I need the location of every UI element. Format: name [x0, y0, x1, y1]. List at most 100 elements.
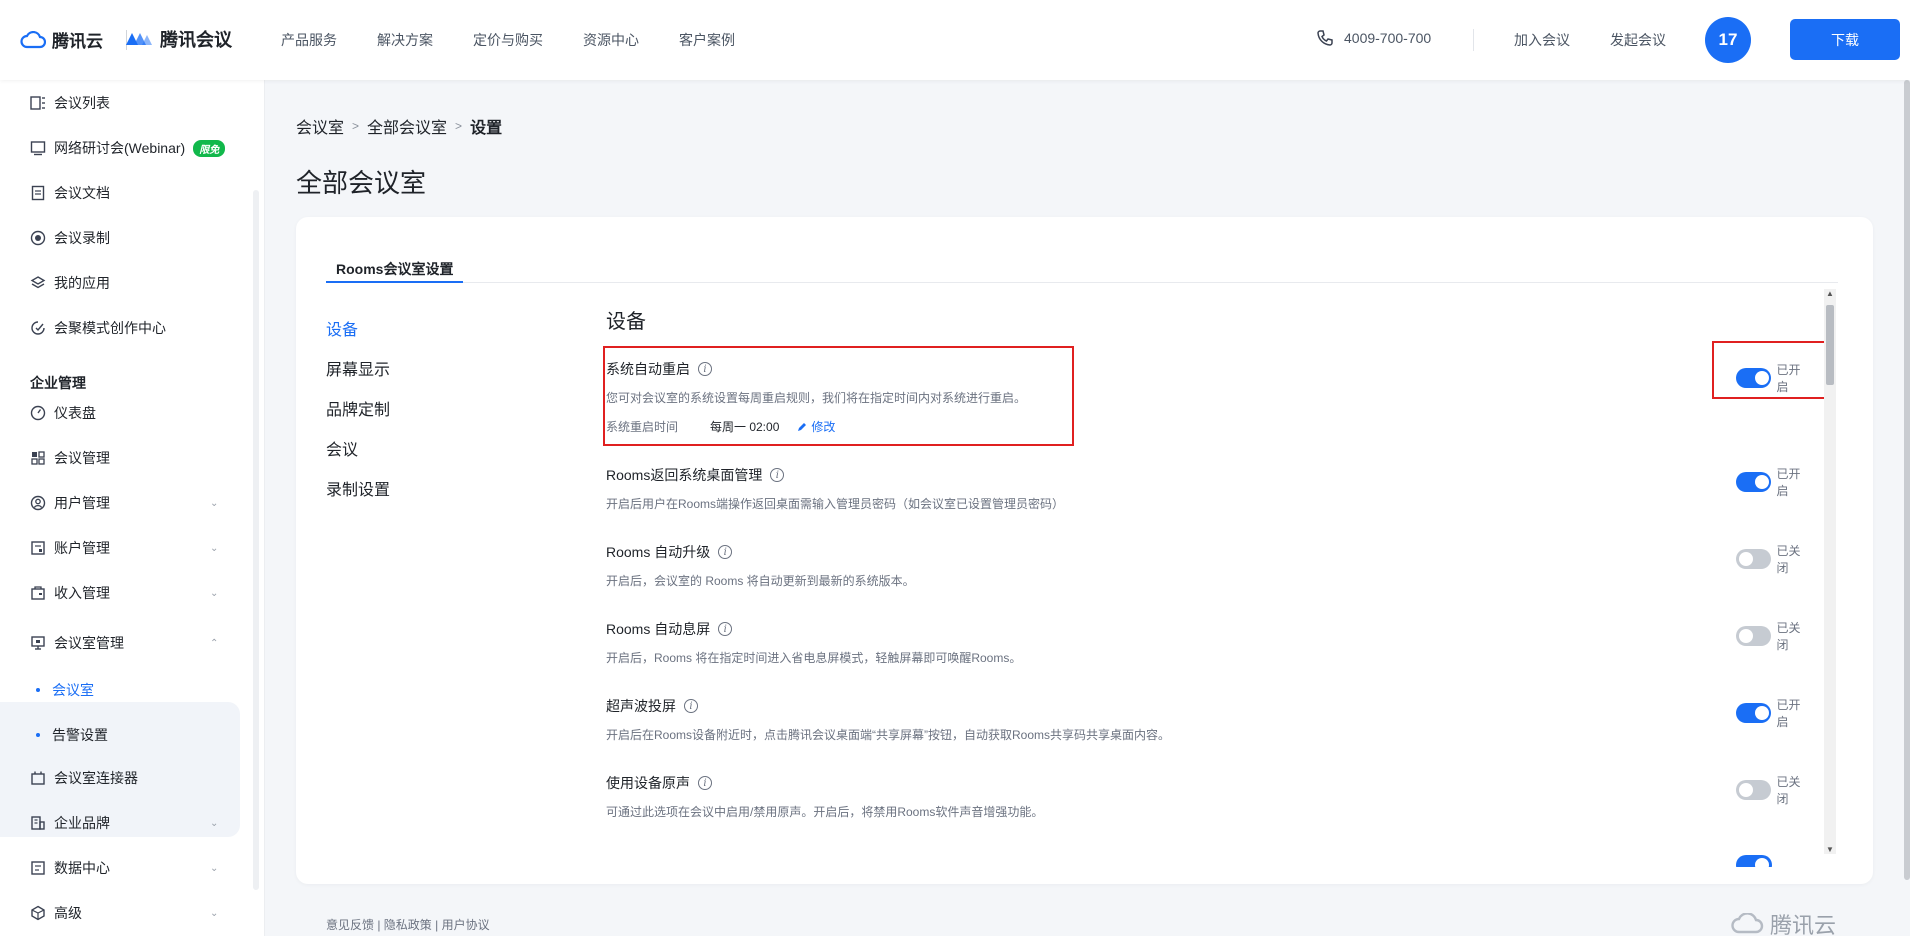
sidebar-item-label: 网络研讨会(Webinar) — [54, 140, 186, 156]
sidebar-item-data-center[interactable]: 数据中心 ⌄ — [30, 857, 218, 879]
submenu-meeting[interactable]: 会议 — [326, 431, 390, 471]
info-icon[interactable]: i — [684, 699, 698, 713]
phone-contact[interactable]: 4009-700-700 — [1316, 29, 1431, 47]
user-avatar[interactable]: 17 — [1705, 17, 1751, 63]
chevron-down-icon[interactable]: ⌄ — [210, 818, 218, 829]
chevron-down-icon[interactable]: ⌄ — [210, 863, 218, 874]
tencent-cloud-logo[interactable]: 腾讯云 — [20, 27, 103, 52]
toggle-state: 已开启 — [1776, 467, 1801, 498]
toggle-next-partial[interactable] — [1736, 855, 1772, 867]
data-icon — [30, 860, 46, 876]
wallet-icon — [30, 585, 46, 601]
nav-solutions[interactable]: 解决方案 — [377, 30, 433, 50]
switch[interactable] — [1736, 549, 1771, 569]
tencent-meeting-logo[interactable]: 腾讯会议 — [124, 26, 232, 52]
sidebar-item-room-management[interactable]: 会议室管理 ⌃ — [30, 632, 218, 654]
sidebar-item-label: 账户管理 — [54, 540, 110, 556]
sidebar-subitem-alerts[interactable]: 告警设置 — [36, 725, 108, 745]
footer-links[interactable]: 意见反馈 | 隐私政策 | 用户协议 — [326, 916, 490, 933]
setting-title: Rooms 自动息屏 — [606, 621, 711, 637]
sidebar-item-advanced[interactable]: 高级 ⌄ — [30, 902, 218, 924]
sidebar-item-documents[interactable]: 会议文档 — [30, 182, 110, 204]
settings-submenu: 设备 屏幕显示 品牌定制 会议 录制设置 — [326, 311, 390, 511]
info-icon[interactable]: i — [718, 545, 733, 559]
brand-meeting-text: 腾讯会议 — [160, 30, 232, 50]
sidebar-item-account-management[interactable]: 账户管理 ⌄ — [30, 537, 218, 559]
sidebar-item-meeting-list[interactable]: 会议列表 — [30, 92, 110, 114]
sidebar-scrollbar[interactable] — [253, 190, 259, 890]
monitor-icon — [30, 140, 46, 156]
chevron-down-icon[interactable]: ⌄ — [210, 543, 218, 554]
sidebar-item-label: 会议文档 — [54, 185, 110, 201]
sidebar-item-user-management[interactable]: 用户管理 ⌄ — [30, 492, 218, 514]
page-scrollbar[interactable] — [1904, 80, 1910, 880]
submenu-screen-display[interactable]: 屏幕显示 — [326, 351, 390, 391]
join-meeting-link[interactable]: 加入会议 — [1514, 30, 1570, 50]
submenu-device[interactable]: 设备 — [326, 311, 390, 351]
nav-resources[interactable]: 资源中心 — [583, 30, 639, 50]
list-icon — [30, 95, 46, 111]
chevron-down-icon[interactable]: ⌄ — [210, 588, 218, 599]
breadcrumb-separator-icon: > — [352, 119, 360, 133]
sidebar-item-label: 用户管理 — [54, 495, 110, 511]
toggle-state: 已关闭 — [1776, 621, 1801, 652]
nav-cases[interactable]: 客户案例 — [679, 30, 735, 50]
breadcrumb-all-rooms[interactable]: 全部会议室 — [367, 114, 447, 138]
toggle-ultrasonic-share[interactable]: 已开启 — [1736, 696, 1811, 730]
footer-logo: 腾讯云 — [1730, 908, 1836, 936]
sidebar-item-webinar[interactable]: 网络研讨会(Webinar) 限免 — [30, 137, 226, 159]
phone-icon — [1317, 30, 1333, 46]
info-icon[interactable]: i — [718, 622, 733, 636]
breadcrumb-rooms[interactable]: 会议室 — [296, 114, 344, 138]
switch[interactable] — [1736, 626, 1771, 646]
switch[interactable] — [1736, 472, 1771, 492]
setting-auto-upgrade: Rooms 自动升级 i 开启后，会议室的 Rooms 将自动更新到最新的系统版本… — [606, 542, 1806, 589]
brand-icon — [30, 815, 46, 831]
breadcrumb-separator-icon: > — [455, 119, 463, 133]
info-icon[interactable]: i — [698, 776, 712, 790]
toggle-desktop-return[interactable]: 已开启 — [1736, 465, 1811, 499]
chevron-down-icon[interactable]: ⌄ — [210, 908, 218, 919]
switch[interactable] — [1736, 855, 1772, 867]
toggle-auto-screen-off[interactable]: 已关闭 — [1736, 619, 1811, 653]
sidebar-item-label: 会议录制 — [54, 230, 110, 246]
cloud-icon — [20, 30, 46, 48]
switch[interactable] — [1736, 703, 1771, 723]
footer-logo-text: 腾讯云 — [1770, 913, 1837, 936]
chevron-down-icon[interactable]: ⌄ — [210, 498, 218, 509]
toggle-state: 已关闭 — [1776, 544, 1801, 575]
scroll-down-icon[interactable]: ▼ — [1826, 845, 1834, 854]
top-header: 腾讯云 腾讯会议 产品服务 解决方案 定价与购买 资源中心 客户案例 4009-… — [0, 0, 1910, 80]
host-meeting-link[interactable]: 发起会议 — [1610, 30, 1666, 50]
nav-products[interactable]: 产品服务 — [281, 30, 337, 50]
info-icon[interactable]: i — [770, 468, 785, 482]
sidebar-item-recording[interactable]: 会议录制 — [30, 227, 110, 249]
settings-scrollbar[interactable]: ▲ ▼ — [1824, 289, 1836, 854]
meeting-logo-icon — [126, 33, 152, 45]
download-button[interactable]: 下载 — [1790, 19, 1900, 60]
scroll-up-icon[interactable]: ▲ — [1826, 289, 1834, 298]
sidebar-item-dashboard[interactable]: 仪表盘 — [30, 402, 96, 424]
gauge-icon — [30, 405, 46, 421]
tab-rooms-settings[interactable]: Rooms会议室设置 — [326, 259, 464, 283]
setting-description: 开启后，Rooms 将在指定时间进入省电息屏模式，轻触屏幕即可唤醒Rooms。 — [606, 651, 1022, 665]
sidebar-subitem-rooms[interactable]: 会议室 — [36, 680, 94, 700]
sidebar-item-revenue-management[interactable]: 收入管理 ⌄ — [30, 582, 218, 604]
sidebar-item-enterprise-brand[interactable]: 企业品牌 ⌄ — [30, 812, 218, 834]
switch[interactable] — [1736, 780, 1771, 800]
setting-description: 开启后在Rooms设备附近时，点击腾讯会议桌面端“共享屏幕”按钮，自动获取Roo… — [606, 728, 1171, 742]
sidebar-item-meeting-management[interactable]: 会议管理 — [30, 447, 110, 469]
scroll-thumb[interactable] — [1826, 305, 1834, 385]
chevron-up-icon[interactable]: ⌃ — [210, 638, 218, 649]
submenu-brand[interactable]: 品牌定制 — [326, 391, 390, 431]
sidebar-item-label: 会议室连接器 — [54, 770, 138, 786]
enterprise-group-title: 企业管理 — [30, 375, 86, 391]
sidebar-item-studio[interactable]: 会聚模式创作中心 — [30, 317, 166, 339]
sidebar-item-my-apps[interactable]: 我的应用 — [30, 272, 110, 294]
submenu-recording[interactable]: 录制设置 — [326, 471, 390, 511]
toggle-auto-upgrade[interactable]: 已关闭 — [1736, 542, 1811, 576]
toggle-original-sound[interactable]: 已关闭 — [1736, 773, 1811, 807]
sidebar-item-room-connector[interactable]: 会议室连接器 — [30, 767, 138, 789]
sidebar-item-label: 会议列表 — [54, 95, 110, 111]
nav-pricing[interactable]: 定价与购买 — [473, 30, 543, 50]
